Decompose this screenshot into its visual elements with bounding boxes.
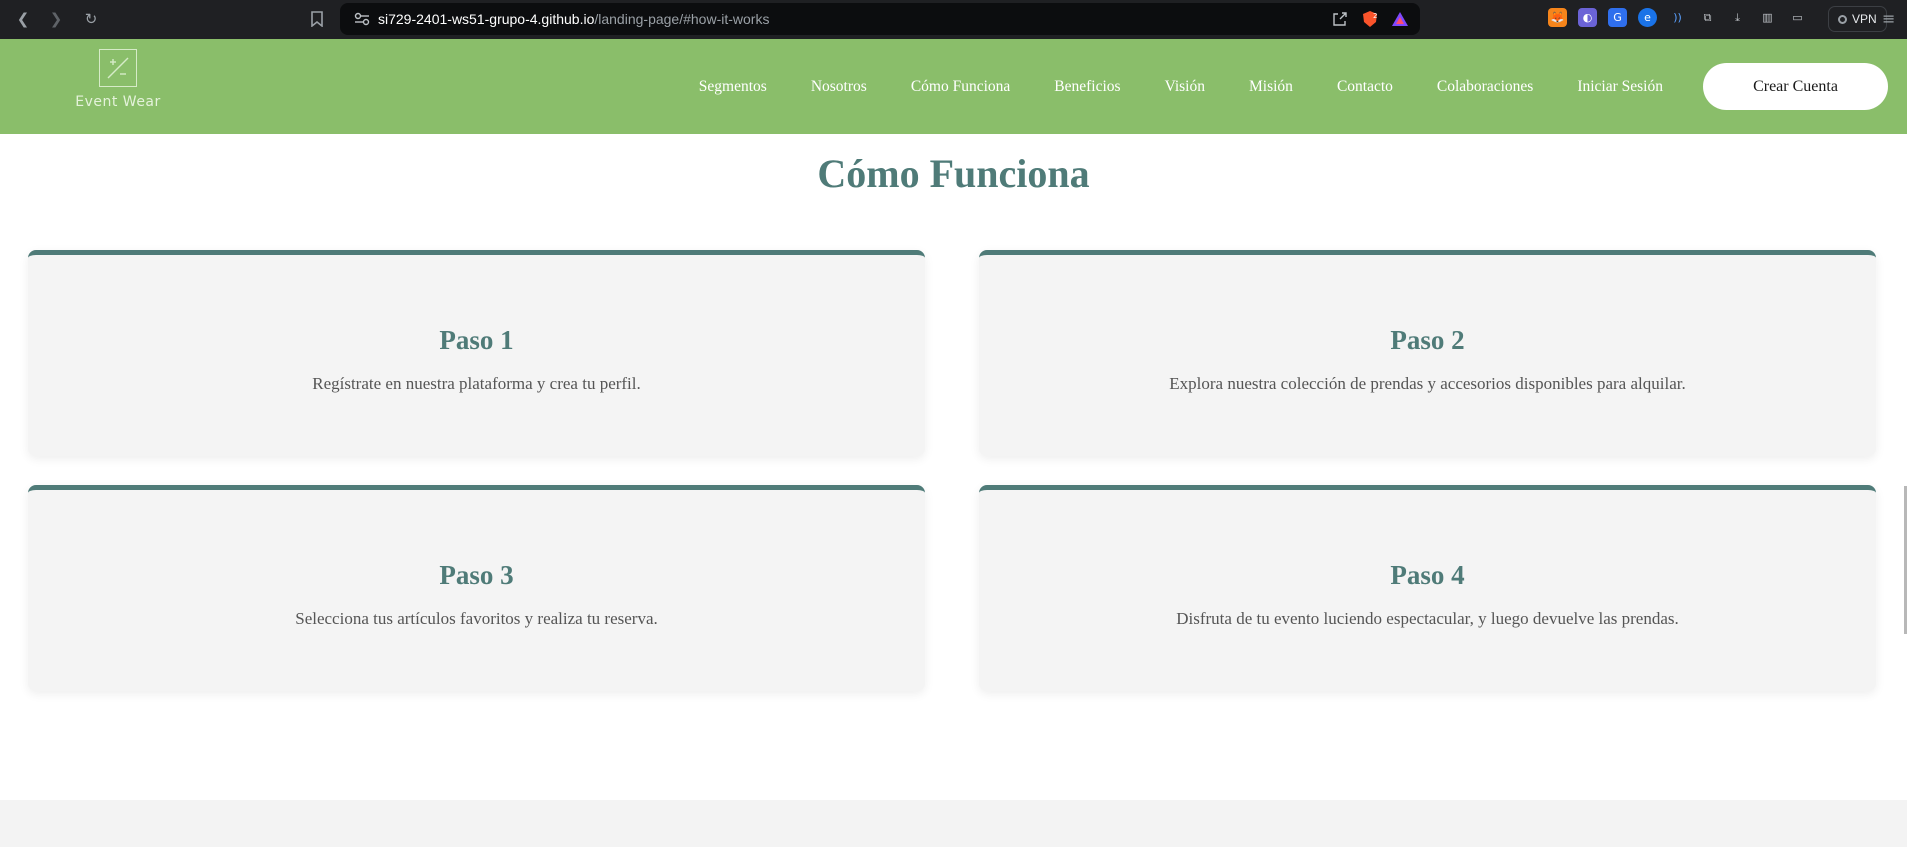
reload-icon[interactable]: ↻ [80, 8, 102, 30]
metamask-icon[interactable]: 🦊 [1548, 8, 1567, 27]
logo-text: Event Wear [75, 94, 161, 110]
section-title: Cómo Funciona [817, 151, 1090, 196]
nav-link-colaboraciones[interactable]: Colaboraciones [1437, 78, 1533, 96]
menu-icon[interactable]: ≡ [1882, 9, 1895, 28]
step-text: Disfruta de tu evento luciendo espectacu… [1176, 609, 1679, 628]
nav-link-segmentos[interactable]: Segmentos [699, 78, 767, 96]
site-header: Event Wear Segmentos Nosotros Cómo Funci… [0, 39, 1907, 134]
share-icon[interactable] [1330, 9, 1350, 29]
url-host: si729-2401-ws51-grupo-4.github.io [378, 11, 595, 27]
site-settings-icon[interactable] [352, 12, 372, 26]
translate-icon[interactable]: G [1608, 8, 1627, 27]
step-card-3: Paso 3 Selecciona tus artículos favorito… [28, 485, 925, 691]
nav-link-contacto[interactable]: Contacto [1337, 78, 1393, 96]
step-card-2: Paso 2 Explora nuestra colección de pren… [979, 250, 1876, 456]
edge-icon[interactable]: e [1638, 8, 1657, 27]
vpn-icon [1838, 14, 1847, 24]
step-title: Paso 2 [1390, 325, 1465, 355]
vpn-label: VPN [1852, 12, 1877, 26]
sidebar-icon[interactable]: ▥ [1758, 8, 1777, 27]
nav-link-iniciar-sesion[interactable]: Iniciar Sesión [1577, 78, 1663, 96]
nav-link-vision[interactable]: Visión [1165, 78, 1205, 96]
back-icon[interactable]: ❮ [12, 8, 34, 30]
extensions-icon[interactable]: ⧉ [1698, 8, 1717, 27]
nav-link-nosotros[interactable]: Nosotros [811, 78, 867, 96]
nav-link-beneficios[interactable]: Beneficios [1054, 78, 1120, 96]
logo-mark-icon [99, 49, 137, 87]
logo[interactable]: Event Wear [70, 49, 166, 110]
nav-link-mision[interactable]: Misión [1249, 78, 1293, 96]
browser-toolbar: ❮ ❯ ↻ si729-2401-ws51-grupo-4.github.io/… [0, 0, 1907, 39]
url-path: /landing-page/#how-it-works [594, 11, 770, 27]
step-title: Paso 4 [1390, 560, 1465, 590]
brave-badge: 2 [1373, 12, 1377, 20]
brave-rewards-icon[interactable] [1390, 9, 1410, 29]
main-nav: Segmentos Nosotros Cómo Funciona Benefic… [655, 39, 1663, 134]
forward-icon[interactable]: ❯ [45, 8, 67, 30]
step-card-4: Paso 4 Disfruta de tu evento luciendo es… [979, 485, 1876, 691]
step-title: Paso 1 [439, 325, 514, 355]
bookmark-icon[interactable] [306, 8, 328, 30]
url-text: si729-2401-ws51-grupo-4.github.io/landin… [378, 11, 769, 27]
step-card-1: Paso 1 Regístrate en nuestra plataforma … [28, 250, 925, 456]
brave-shield-icon[interactable]: 2 [1360, 9, 1380, 29]
create-account-button[interactable]: Crear Cuenta [1703, 63, 1888, 110]
address-bar[interactable]: si729-2401-ws51-grupo-4.github.io/landin… [340, 3, 1420, 35]
step-text: Selecciona tus artículos favoritos y rea… [295, 609, 658, 628]
downloads-icon[interactable]: ⤓ [1728, 8, 1747, 27]
step-text: Explora nuestra colección de prendas y a… [1169, 374, 1686, 393]
step-title: Paso 3 [439, 560, 514, 590]
audio-extension-icon[interactable]: )) [1668, 8, 1687, 27]
next-section-band [0, 800, 1907, 847]
nav-link-como-funciona[interactable]: Cómo Funciona [911, 78, 1010, 96]
step-text: Regístrate en nuestra plataforma y crea … [312, 374, 641, 393]
wallet-icon[interactable]: ▭ [1788, 8, 1807, 27]
extension-ghost-icon[interactable]: ◐ [1578, 8, 1597, 27]
vpn-button[interactable]: VPN [1828, 6, 1887, 32]
